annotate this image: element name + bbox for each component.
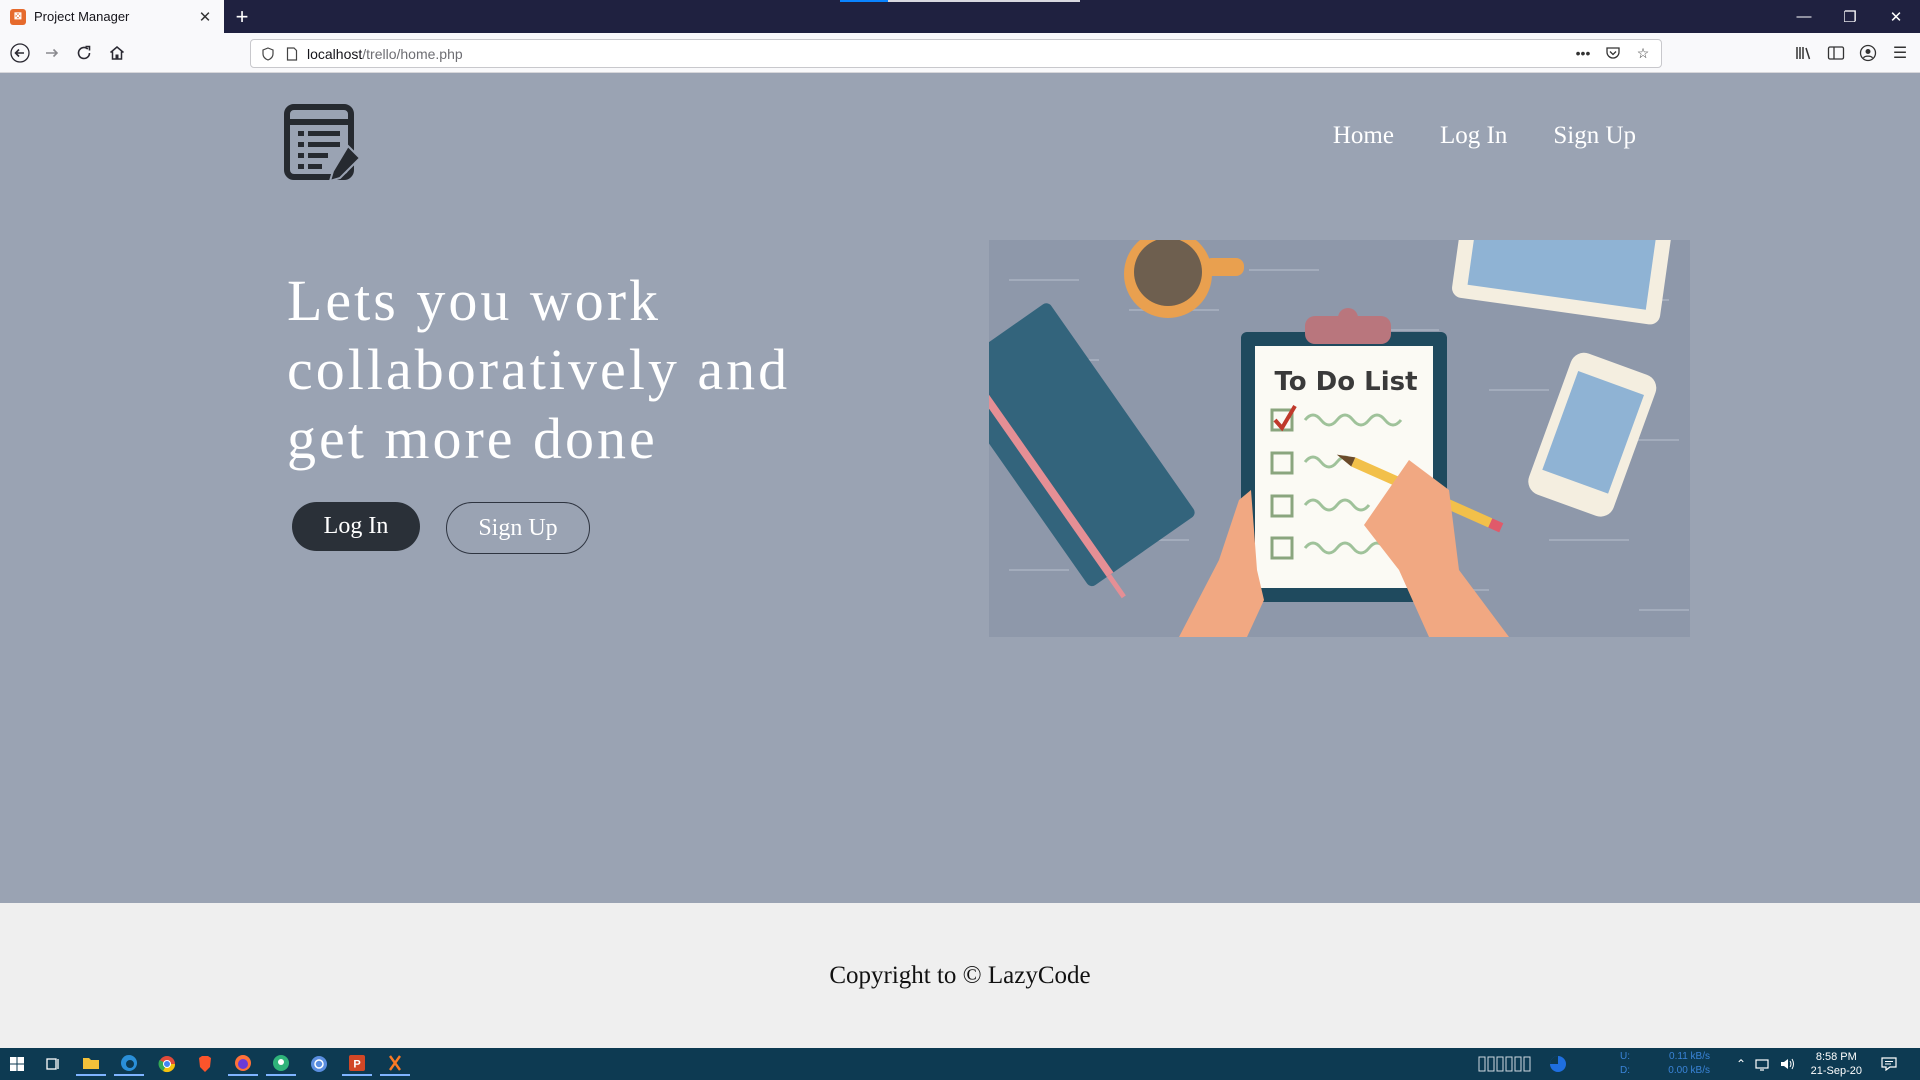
xampp-favicon-icon: ⊠: [10, 8, 26, 25]
windows-taskbar: P U: 0.11 kB/s D: 0.00 kB/s ⌃ 8:58 PM 21…: [0, 1048, 1920, 1080]
page-info-icon[interactable]: [283, 45, 301, 63]
page-footer: Copyright to © LazyCode: [0, 903, 1920, 1048]
browser-titlebar: ⊠ Project Manager ✕ + — ❐ ✕: [0, 0, 1920, 33]
home-button[interactable]: [103, 39, 131, 67]
nav-login-link[interactable]: Log In: [1440, 122, 1507, 150]
illustration-title: To Do List: [1274, 367, 1417, 397]
action-center-icon[interactable]: [1880, 1056, 1898, 1072]
tab-title: Project Manager: [34, 9, 130, 24]
sidebar-toggle-icon[interactable]: [1824, 39, 1848, 67]
browser-tab[interactable]: ⊠ Project Manager ✕: [0, 0, 224, 33]
network-icon[interactable]: [1754, 1056, 1772, 1072]
home-icon: [110, 46, 124, 60]
tray-overflow-chevron-icon[interactable]: ⌃: [1732, 1056, 1750, 1072]
pocket-icon[interactable]: [1603, 43, 1623, 63]
powerpoint-icon[interactable]: P: [342, 1052, 372, 1076]
file-explorer-icon[interactable]: [76, 1052, 106, 1076]
tray-widget-icon[interactable]: [1478, 1056, 1546, 1072]
chrome-icon[interactable]: [152, 1052, 182, 1076]
app-blue-icon[interactable]: [304, 1052, 334, 1076]
address-bar[interactable]: localhost/trello/home.php ••• ☆: [250, 39, 1662, 68]
window-minimize-button[interactable]: —: [1782, 0, 1826, 33]
xampp-icon[interactable]: [380, 1052, 410, 1076]
back-arrow-icon: [10, 43, 30, 63]
clock-date: 21-Sep-20: [1810, 1065, 1862, 1077]
tab-close-icon[interactable]: ✕: [196, 8, 214, 26]
reload-button[interactable]: [70, 39, 98, 67]
page-actions-menu-icon[interactable]: •••: [1573, 43, 1593, 63]
hero-headline: Lets you work collaboratively and get mo…: [287, 268, 791, 471]
hamburger-menu-icon[interactable]: ☰: [1888, 39, 1912, 67]
bookmark-star-icon[interactable]: ☆: [1633, 43, 1653, 63]
clock-time: 8:58 PM: [1815, 1051, 1857, 1063]
reload-icon: [77, 45, 91, 60]
window-restore-button[interactable]: ❐: [1828, 0, 1872, 33]
library-icon[interactable]: [1792, 39, 1816, 67]
back-button[interactable]: [6, 39, 34, 67]
page-main: Home Log In Sign Up Lets you work collab…: [0, 74, 1920, 903]
firefox-icon[interactable]: [228, 1052, 258, 1076]
hero-signup-button[interactable]: Sign Up: [446, 502, 590, 554]
browser-navbar: localhost/trello/home.php ••• ☆ ☰: [0, 33, 1920, 73]
nav-signup-link[interactable]: Sign Up: [1553, 122, 1636, 150]
net-down-value: 0.00 kB/s: [1668, 1065, 1710, 1076]
todo-list-illustration: To Do List: [989, 240, 1690, 637]
window-close-button[interactable]: ✕: [1874, 0, 1918, 33]
net-up-label: U:: [1620, 1051, 1630, 1062]
notepad-logo-icon[interactable]: [284, 104, 366, 186]
hero-login-button[interactable]: Log In: [292, 502, 420, 551]
brave-icon[interactable]: [190, 1052, 220, 1076]
edge-browser-icon[interactable]: [114, 1052, 144, 1076]
net-down-label: D:: [1620, 1065, 1630, 1076]
forward-arrow-icon: [46, 48, 59, 58]
new-tab-button[interactable]: +: [228, 0, 256, 33]
tray-pie-icon[interactable]: [1548, 1056, 1568, 1072]
svg-text:P: P: [353, 1059, 360, 1071]
volume-icon[interactable]: [1778, 1056, 1796, 1072]
tracking-protection-shield-icon[interactable]: [259, 45, 277, 63]
url-host: localhost: [307, 45, 363, 62]
taskbar-clock[interactable]: 8:58 PM 21-Sep-20: [1811, 1050, 1862, 1078]
copyright-text: Copyright to © LazyCode: [829, 961, 1091, 989]
site-nav: Home Log In Sign Up: [1333, 122, 1636, 150]
nav-home-link[interactable]: Home: [1333, 122, 1394, 150]
net-up-value: 0.11 kB/s: [1669, 1051, 1710, 1062]
app-green-icon[interactable]: [266, 1052, 296, 1076]
tab-loading-strip: [840, 0, 1080, 2]
forward-button[interactable]: [38, 39, 66, 67]
task-view-icon[interactable]: [38, 1052, 68, 1076]
account-icon[interactable]: [1856, 39, 1880, 67]
windows-start-icon[interactable]: [2, 1052, 32, 1076]
url-path: /trello/home.php: [362, 45, 463, 62]
hero-buttons: Log In Sign Up: [292, 502, 590, 554]
